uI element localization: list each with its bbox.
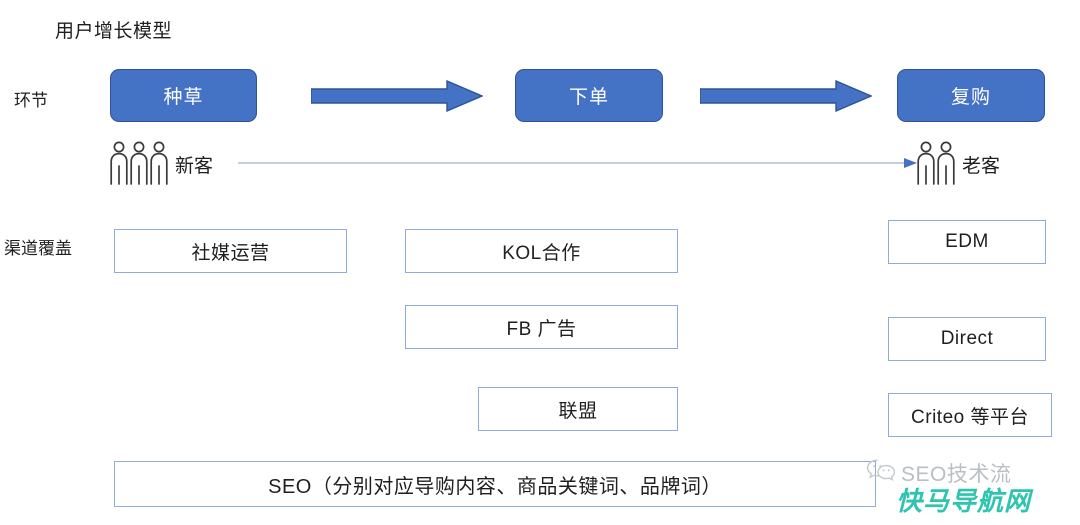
channel-box-social-media[interactable]: 社媒运营	[114, 229, 347, 273]
stage-node-zhongcao[interactable]: 种草	[110, 69, 257, 122]
audience-label-new: 新客	[175, 156, 214, 177]
stage-node-xiadan[interactable]: 下单	[515, 69, 663, 122]
stage-node-fugou[interactable]: 复购	[897, 69, 1045, 122]
watermark-brand-text: SEO技术流	[901, 462, 1012, 486]
page-title: 用户增长模型	[55, 21, 173, 42]
person-icon-group-two	[915, 140, 957, 191]
channel-box-edm[interactable]: EDM	[888, 220, 1046, 264]
row-label-stage: 环节	[14, 91, 48, 110]
audience-label-returning: 老客	[962, 156, 1001, 177]
flow-arrow-1	[310, 79, 484, 113]
flow-arrow-2	[699, 79, 873, 113]
audience-flow-connector	[238, 156, 918, 170]
channel-box-seo[interactable]: SEO（分别对应导购内容、商品关键词、品牌词）	[114, 461, 876, 507]
diagram-canvas: 用户增长模型 环节 渠道覆盖 种草 下单 复购 新客 老客 社媒运营 KOL合作…	[0, 0, 1080, 525]
channel-box-direct[interactable]: Direct	[888, 317, 1046, 361]
watermark-site-text: 快马导航网	[895, 486, 1032, 517]
channel-box-affiliate[interactable]: 联盟	[478, 387, 678, 431]
person-icon-group-three	[108, 140, 170, 191]
channel-box-kol[interactable]: KOL合作	[405, 229, 678, 273]
row-label-channel: 渠道覆盖	[4, 239, 72, 258]
channel-box-criteo[interactable]: Criteo 等平台	[888, 393, 1052, 437]
audience-group-returning: 老客	[915, 140, 1000, 191]
audience-group-new: 新客	[108, 140, 213, 191]
watermark-brand-row: SEO技术流	[866, 457, 1011, 488]
watermark: SEO技术流 快马导航网	[866, 455, 1076, 521]
channel-box-fb-ads[interactable]: FB 广告	[405, 305, 678, 349]
